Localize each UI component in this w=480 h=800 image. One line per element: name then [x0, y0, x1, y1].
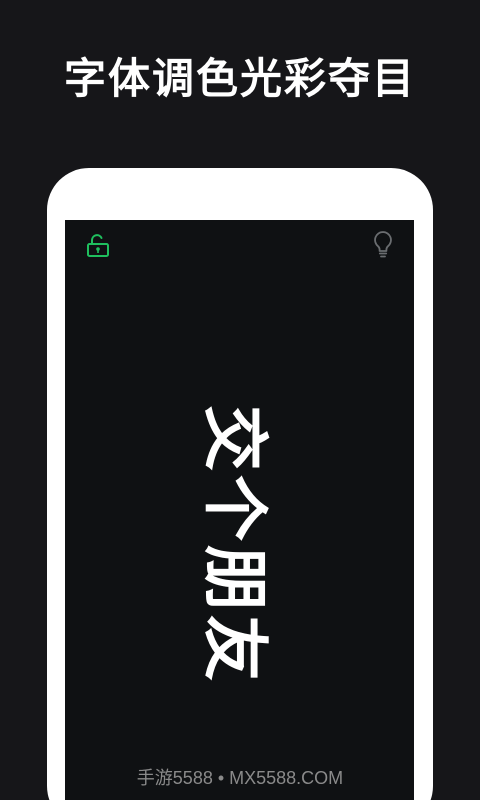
display-text-area[interactable]: 交个朋友 — [65, 220, 414, 800]
promo-headline: 字体调色光彩夺目 — [63, 54, 416, 103]
display-text: 交个朋友 — [195, 405, 273, 685]
app-promo-screen: 字体调色光彩夺目 交个朋友 手游5588 • MX5588.COM — [0, 0, 480, 800]
watermark: 手游5588 • MX5588.COM — [136, 768, 344, 788]
phone-screen: 交个朋友 — [65, 220, 414, 800]
